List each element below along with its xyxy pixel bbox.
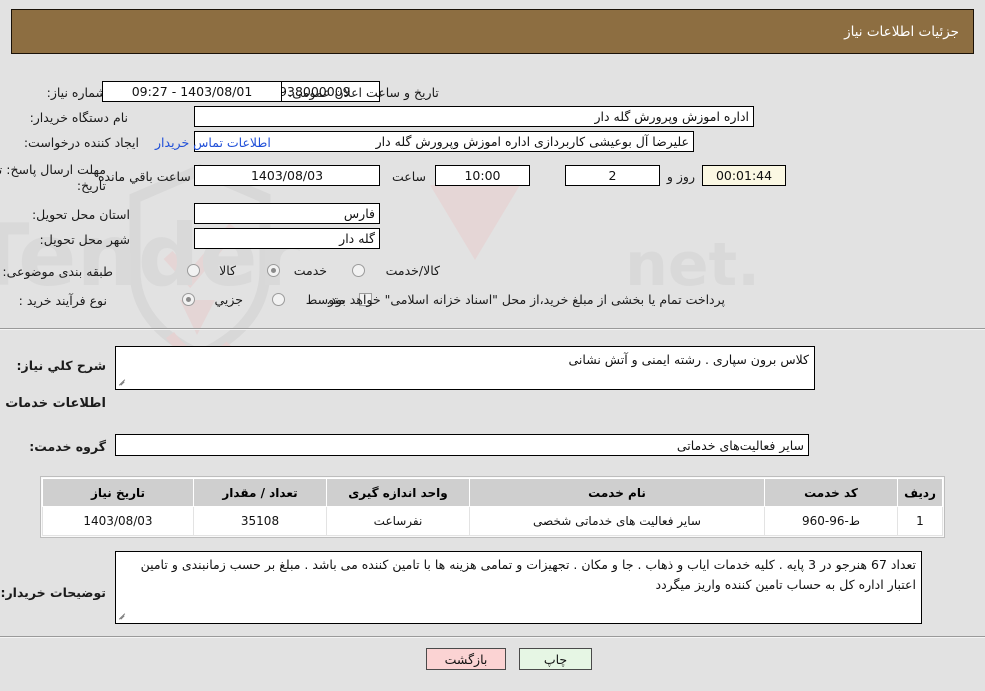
radio-label-subject-goods-service: کالا/خدمت	[385, 263, 440, 278]
field-deadline-date[interactable]: 1403/08/03	[194, 165, 380, 186]
label-subject-class: طبقه بندی موضوعی:	[2, 264, 113, 279]
radio-label-subject-goods: کالا	[219, 263, 236, 278]
label-deadline-line1: مهلت ارسال پاسخ: تا	[0, 162, 106, 177]
label-hours-remaining: ساعت باقي مانده	[98, 169, 191, 184]
label-buyer-org: نام دستگاه خریدار:	[29, 110, 128, 125]
label-announce-datetime-text: تاریخ و ساعت اعلان عمومی:	[288, 85, 439, 100]
page-title: جزئیات اطلاعات نیاز	[844, 23, 959, 40]
table-row: 1 ط-96-960 سایر فعالیت های خدماتی شخصی ن…	[42, 506, 943, 536]
field-service-group[interactable]: سایر فعالیت‌های خدماتی	[115, 434, 809, 456]
buyer-contact-link[interactable]: اطلاعات تماس خریدار	[155, 135, 271, 150]
th-row-index: ردیف	[897, 478, 943, 507]
field-buyer-org[interactable]: اداره اموزش وپرورش گله دار	[194, 106, 754, 127]
field-announce-datetime[interactable]: 1403/08/01 - 09:27	[102, 81, 282, 102]
label-delivery-province: استان محل تحویل:	[31, 207, 130, 222]
th-service-code: کد خدمت	[764, 478, 898, 507]
services-table-wrapper: ردیف کد خدمت نام خدمت واحد اندازه گیری ت…	[40, 476, 945, 538]
radio-subject-service[interactable]	[267, 264, 280, 277]
radio-subject-goods-service[interactable]	[352, 264, 365, 277]
th-quantity: تعداد / مقدار	[193, 478, 327, 507]
th-service-name: نام خدمت	[469, 478, 765, 507]
cell-service-name: سایر فعالیت های خدماتی شخصی	[469, 506, 765, 536]
label-days-and: روز و	[666, 169, 695, 184]
page-root: جزئیات اطلاعات نیاز AriaTender .net شمار…	[0, 0, 985, 691]
label-buyer-notes: توضیحات خریدار:	[0, 585, 106, 600]
label-delivery-city: شهر محل تحویل:	[39, 232, 130, 247]
label-need-number: شماره نیاز:	[46, 85, 106, 100]
field-remaining-countdown[interactable]: 00:01:44	[702, 165, 786, 186]
radio-process-medium[interactable]	[272, 293, 285, 306]
services-table: ردیف کد خدمت نام خدمت واحد اندازه گیری ت…	[42, 478, 943, 536]
cell-row-index: 1	[897, 506, 943, 536]
label-general-description: شرح کلي نیاز:	[16, 358, 106, 373]
cell-need-date: 1403/08/03	[42, 506, 194, 536]
radio-label-process-minor: جزیي	[214, 292, 243, 307]
field-buyer-notes[interactable]: تعداد 67 هنرجو در 3 پایه . کلیه خدمات ای…	[115, 551, 922, 624]
divider-bottom	[0, 636, 985, 638]
th-need-date: تاریخ نیاز	[42, 478, 194, 507]
field-delivery-city[interactable]: گله دار	[194, 228, 380, 249]
radio-process-minor[interactable]	[182, 293, 195, 306]
cell-service-code: ط-96-960	[764, 506, 898, 536]
radio-label-subject-service: خدمت	[293, 263, 327, 278]
back-button[interactable]: بازگشت	[426, 648, 506, 670]
label-treasury-payment: پرداخت تمام یا بخشی از مبلغ خرید،از محل …	[326, 292, 725, 307]
svg-text:.net: .net	[625, 230, 760, 300]
label-request-creator: ایجاد کننده درخواست:	[23, 135, 139, 150]
divider-top	[0, 328, 985, 330]
th-unit: واحد اندازه گیری	[326, 478, 470, 507]
label-purchase-process: نوع فرآیند خرید :	[18, 293, 107, 308]
field-general-description[interactable]: کلاس برون سپاری . رشته ایمنی و آتش نشانی	[115, 346, 815, 390]
section-title-services: اطلاعات خدمات مورد نیاز	[0, 396, 106, 411]
label-service-group: گروه خدمت:	[29, 439, 106, 454]
label-deadline-time: ساعت	[391, 169, 426, 184]
print-button[interactable]: چاپ	[519, 648, 592, 670]
cell-unit: نفرساعت	[326, 506, 470, 536]
field-deadline-time[interactable]: 10:00	[435, 165, 530, 186]
table-header-row: ردیف کد خدمت نام خدمت واحد اندازه گیری ت…	[42, 478, 943, 507]
radio-subject-goods[interactable]	[187, 264, 200, 277]
cell-quantity: 35108	[193, 506, 327, 536]
page-header: جزئیات اطلاعات نیاز	[11, 9, 974, 54]
field-delivery-province[interactable]: فارس	[194, 203, 380, 224]
watermark: AriaTender .net	[0, 164, 760, 363]
field-remaining-days[interactable]: 2	[565, 165, 660, 186]
